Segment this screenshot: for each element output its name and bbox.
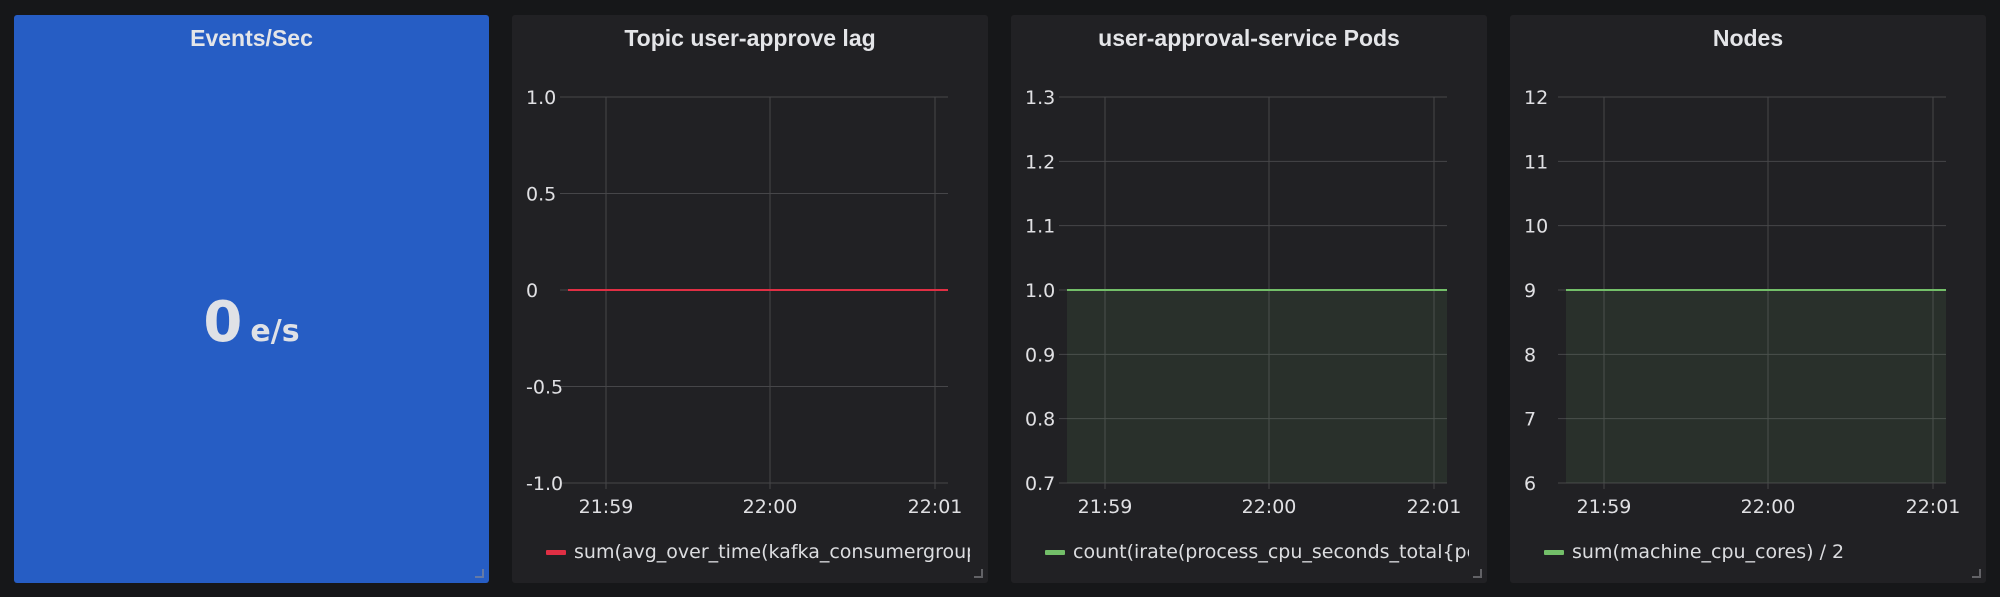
x-tick-label: 21:59 — [1577, 496, 1632, 518]
y-tick-label: 9 — [1524, 280, 1536, 302]
series-area — [1067, 290, 1447, 483]
y-tick-label: -1.0 — [526, 473, 563, 495]
topic-lag-panel[interactable]: Topic user-approve lag 1.0 0.5 0 -0.5 -1.0 21… — [512, 15, 988, 583]
y-tick-label: 1.3 — [1025, 87, 1055, 109]
nodes-chart: 12 11 10 9 8 7 6 21:59 22:00 22:01 — [1524, 87, 1961, 518]
legend-swatch — [1544, 549, 1564, 555]
resize-handle-icon[interactable] — [475, 569, 484, 578]
legend-label[interactable]: count(irate(process_cpu_seconds_total{po… — [1073, 541, 1469, 563]
y-tick-label: 0.9 — [1025, 344, 1055, 366]
y-tick-label: 0.8 — [1025, 409, 1055, 431]
pods-panel[interactable]: user-approval-service Pods 1.3 1.2 1.1 1.0 0… — [1011, 15, 1487, 583]
x-tick-label: 22:00 — [1242, 496, 1297, 518]
legend[interactable]: count(irate(process_cpu_seconds_total{po… — [1045, 538, 1469, 566]
y-tick-label: 6 — [1524, 473, 1536, 495]
legend-label[interactable]: sum(avg_over_time(kafka_consumergroup_l — [574, 541, 970, 563]
y-tick-label: 1.0 — [526, 87, 556, 109]
x-tick-label: 22:01 — [1906, 496, 1961, 518]
y-tick-label: 0.7 — [1025, 473, 1055, 495]
x-tick-label: 22:00 — [1741, 496, 1796, 518]
resize-handle-icon[interactable] — [1972, 569, 1981, 578]
x-tick-label: 21:59 — [1078, 496, 1133, 518]
y-tick-label: 1.1 — [1025, 216, 1055, 238]
y-tick-label: 1.2 — [1025, 151, 1055, 173]
y-tick-label: 11 — [1524, 151, 1548, 173]
stat-number: 0 — [203, 290, 243, 355]
legend[interactable]: sum(avg_over_time(kafka_consumergroup_l — [546, 538, 970, 566]
y-tick-label: 0.5 — [526, 184, 556, 206]
stat-value: 0 e/s — [14, 290, 489, 355]
legend-swatch — [546, 549, 566, 555]
y-tick-label: 1.0 — [1025, 280, 1055, 302]
x-tick-label: 22:00 — [743, 496, 798, 518]
resize-handle-icon[interactable] — [974, 569, 983, 578]
y-tick-label: 0 — [526, 280, 538, 302]
stat-unit: e/s — [250, 314, 300, 349]
nodes-panel[interactable]: Nodes 12 11 10 9 8 7 6 21:59 22:00 22:01 sum(mach… — [1510, 15, 1986, 583]
y-tick-label: -0.5 — [526, 377, 563, 399]
y-tick-label: 10 — [1524, 216, 1548, 238]
legend[interactable]: sum(machine_cpu_cores) / 2 — [1544, 538, 1968, 566]
y-tick-label: 12 — [1524, 87, 1548, 109]
events-per-sec-panel[interactable]: Events/Sec 0 e/s — [14, 15, 489, 583]
x-tick-label: 22:01 — [1407, 496, 1462, 518]
x-tick-label: 21:59 — [579, 496, 634, 518]
panel-title[interactable]: Events/Sec — [14, 25, 489, 52]
series-area — [1566, 290, 1946, 483]
pods-chart: 1.3 1.2 1.1 1.0 0.9 0.8 0.7 21:59 22:00 22:01 — [1025, 87, 1462, 518]
legend-swatch — [1045, 549, 1065, 555]
y-tick-label: 7 — [1524, 409, 1536, 431]
y-tick-label: 8 — [1524, 344, 1536, 366]
resize-handle-icon[interactable] — [1473, 569, 1482, 578]
x-tick-label: 22:01 — [908, 496, 963, 518]
legend-label[interactable]: sum(machine_cpu_cores) / 2 — [1572, 541, 1844, 563]
lag-chart: 1.0 0.5 0 -0.5 -1.0 21:59 22:00 22:01 — [526, 87, 963, 518]
